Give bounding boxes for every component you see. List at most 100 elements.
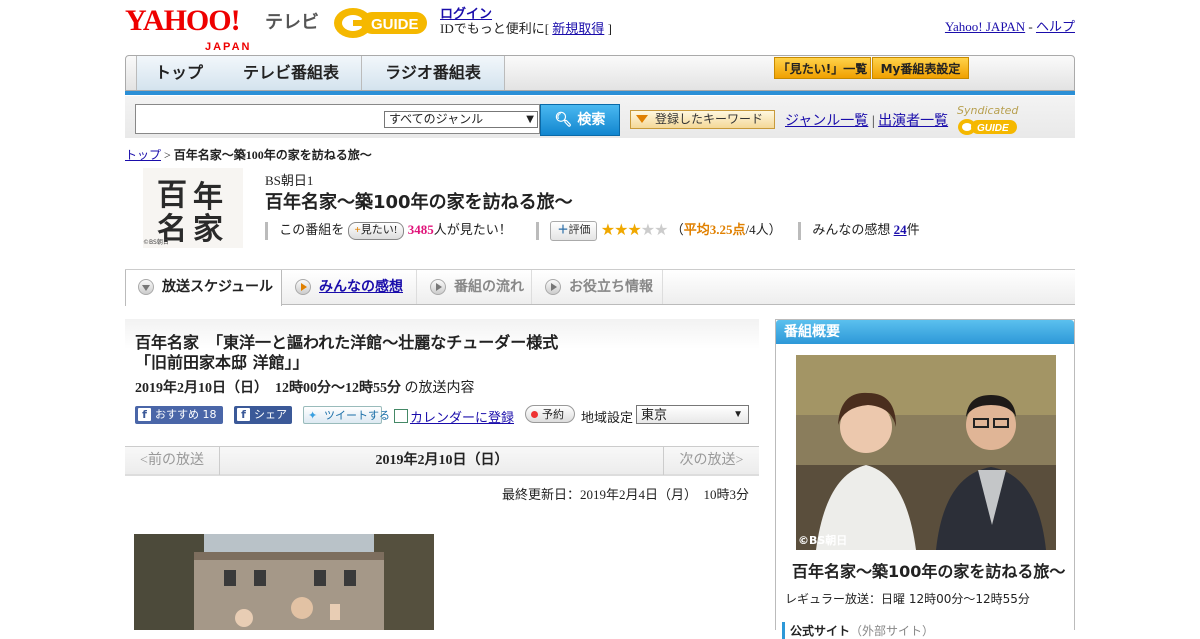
subtab-schedule[interactable]: 放送スケジュール <box>125 270 282 306</box>
chevron-down-icon: ▼ <box>733 409 743 420</box>
breadcrumb-current: 百年名家～築100年の家を訪ねる旅～ <box>173 148 372 162</box>
signup-link[interactable]: 新規取得 <box>552 21 604 36</box>
subtab-impressions[interactable]: みんなの感想 <box>283 270 417 304</box>
facebook-recommend-button[interactable]: f おすすめ 18 <box>135 406 223 424</box>
registered-keywords-button[interactable]: 登録したキーワード <box>630 110 775 129</box>
episode-photo <box>134 534 434 630</box>
subtab-useful-info[interactable]: お役立ち情報 <box>533 270 663 304</box>
next-broadcast-link[interactable]: 次の放送> <box>663 447 759 475</box>
episode-title: 百年名家 「東洋一と謳われた洋館～壮麗なチューダー様式 「旧前田家本邸 洋館」」 <box>135 333 559 372</box>
thumb-char: 家 <box>193 213 223 246</box>
facebook-icon: f <box>237 408 250 421</box>
search-icon: 🔍︎ <box>554 112 573 128</box>
tv-logo-label[interactable]: テレビ <box>265 8 319 34</box>
svg-text:GUIDE: GUIDE <box>371 16 419 33</box>
want-suffix: 人が見たい！ <box>433 222 512 237</box>
region-label: 地域設定 <box>581 411 634 426</box>
add-calendar-link[interactable]: カレンダーに登録 <box>394 407 514 426</box>
impressions-suffix: 件 <box>906 222 920 237</box>
meta-divider <box>536 222 540 241</box>
channel-name: BS朝日1 <box>265 173 314 188</box>
tab-top[interactable]: トップ <box>136 56 222 90</box>
overview-title: 百年名家～築100年の家を訪ねる旅～ <box>792 562 1066 581</box>
reserve-button[interactable]: 予約 <box>525 405 575 423</box>
circle-arrow-icon <box>545 279 561 295</box>
impressions-label: みんなの感想 <box>812 222 891 237</box>
login-message: IDでもっと便利に[ <box>440 21 550 36</box>
search-bar: すべてのジャンル ▼ 🔍︎ 検索 登録したキーワード ジャンル一覧 | 出演者一… <box>125 96 1075 138</box>
want-count: 3485 <box>407 222 434 237</box>
episode-datetime: 2019年2月10日（日） 12時00分～12時55分 の放送内容 <box>135 381 475 396</box>
calendar-icon <box>394 409 408 423</box>
overview-photo: ©BS朝日 <box>796 355 1056 550</box>
facebook-icon: f <box>138 408 151 421</box>
overview-photo-copyright: ©BS朝日 <box>798 534 848 547</box>
thumb-copyright: ©BS朝日 <box>143 239 169 246</box>
links-separator: | <box>871 114 875 129</box>
meta-divider <box>265 222 268 241</box>
subtab-flow[interactable]: 番組の流れ <box>418 270 532 304</box>
my-schedule-button[interactable]: My番組表設定 <box>872 57 969 79</box>
svg-text:GUIDE: GUIDE <box>977 123 1009 134</box>
page: YAHOO! JAPAN テレビ GUIDE ログイン IDでもっと便利に[ 新… <box>125 0 1075 639</box>
facebook-share-button[interactable]: f シェア <box>234 406 292 424</box>
want-list-button[interactable]: 「見たい!」一覧 <box>774 57 871 79</box>
star-icon: ★★★ <box>600 222 642 240</box>
search-links: ジャンル一覧 | 出演者一覧 <box>785 110 948 130</box>
last-updated: 最終更新日：2019年2月4日（月） 10時3分 <box>501 487 749 502</box>
program-subtabs: 放送スケジュール みんなの感想 番組の流れ お役立ち情報 <box>125 269 1075 306</box>
episode-box: 百年名家 「東洋一と謳われた洋館～壮麗なチューダー様式 「旧前田家本邸 洋館」」… <box>125 319 759 441</box>
program-title: 百年名家～築100年の家を訪ねる旅～ <box>265 192 573 213</box>
circle-arrow-icon <box>295 279 311 295</box>
rate-button[interactable]: ＋評価 <box>550 221 598 242</box>
broadcast-pager: <前の放送 2019年2月10日（日） 次の放送> <box>125 446 759 476</box>
circle-arrow-icon <box>138 279 154 295</box>
g-guide-logo[interactable]: GUIDE <box>333 6 429 40</box>
tab-tv-schedule[interactable]: テレビ番組表 <box>221 56 362 90</box>
rating-paren: （ <box>670 222 684 237</box>
regular-broadcast: レギュラー放送：日曜 12時00分～12時55分 <box>785 592 1030 606</box>
this-program-label: この番組を <box>279 222 345 237</box>
overview-heading: 番組概要 <box>776 320 1074 344</box>
impressions-count-link[interactable]: 24 <box>894 222 907 237</box>
current-broadcast-date: 2019年2月10日（日） <box>375 453 509 468</box>
tab-radio-schedule[interactable]: ラジオ番組表 <box>362 56 505 90</box>
region-select[interactable]: 東京 ▼ <box>636 405 749 424</box>
program-overview-panel: 番組概要 ©BS朝日 百年名家～築100年の家を訪ねる旅～ レギュラー放送：日曜… <box>775 319 1075 639</box>
genre-list-link[interactable]: ジャンル一覧 <box>785 114 868 129</box>
top-right-links: Yahoo! JAPAN - ヘルプ <box>945 16 1075 35</box>
genre-select[interactable]: すべてのジャンル ▼ <box>384 111 538 128</box>
chevron-down-icon: ▼ <box>526 114 534 125</box>
twitter-bird-icon: ✦ <box>308 409 318 422</box>
rating-average: 平均3.25点 <box>683 222 746 237</box>
meta-divider <box>798 222 802 241</box>
yahoo-japan-link[interactable]: Yahoo! JAPAN <box>945 19 1025 34</box>
cast-list-link[interactable]: 出演者一覧 <box>878 114 948 129</box>
nav-accent-bar <box>125 91 1075 95</box>
rating-people: /4人） <box>745 222 782 237</box>
star-empty-icon: ★★ <box>640 222 669 240</box>
external-site-note: （外部サイト） <box>850 624 935 638</box>
circle-arrow-icon <box>430 279 446 295</box>
g-guide-small-logo: GUIDE <box>958 119 1017 135</box>
tweet-button[interactable]: ✦ ツイートする <box>303 406 390 424</box>
syndicated-label: Syndicated GUIDE <box>957 104 1075 137</box>
help-link[interactable]: ヘルプ <box>1036 19 1075 34</box>
search-button[interactable]: 🔍︎ 検索 <box>540 104 620 136</box>
want-to-watch-button[interactable]: +見たい! <box>347 222 405 241</box>
prev-broadcast-link[interactable]: <前の放送 <box>125 447 220 475</box>
yahoo-japan-logo[interactable]: YAHOO! JAPAN <box>125 6 249 54</box>
program-thumbnail: 百 年 名 家 ©BS朝日 <box>143 168 243 248</box>
main-nav: トップ テレビ番組表 ラジオ番組表 「見たい!」一覧 My番組表設定 <box>125 55 1075 95</box>
top-links-dash: - <box>1028 19 1033 34</box>
program-meta: この番組を +見たい! 3485人が見たい！ ＋評価 ★★★★★ （平均3.25… <box>265 220 920 242</box>
episode-date-suffix: の放送内容 <box>404 381 475 396</box>
login-box: ログイン IDでもっと便利に[ 新規取得 ] <box>440 6 612 36</box>
login-link[interactable]: ログイン <box>440 6 492 21</box>
breadcrumb-top-link[interactable]: トップ <box>125 148 161 162</box>
official-site-heading: 公式サイト（外部サイト） <box>782 622 934 639</box>
triangle-down-icon <box>636 115 648 123</box>
login-message-end: ] <box>607 21 612 36</box>
breadcrumb: トップ > 百年名家～築100年の家を訪ねる旅～ <box>125 146 372 163</box>
breadcrumb-sep: > <box>164 148 171 162</box>
